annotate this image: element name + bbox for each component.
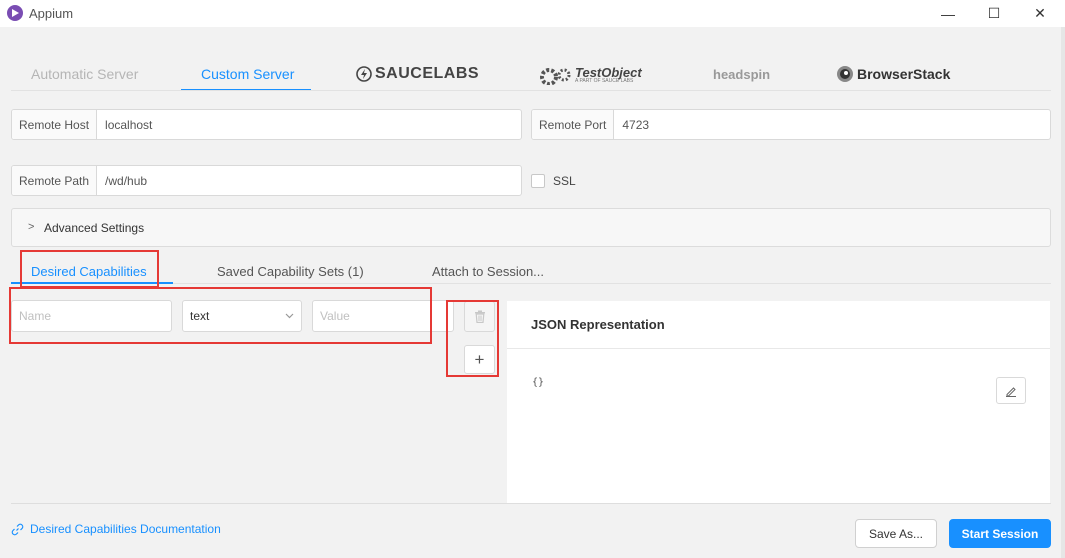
highlight-box-row xyxy=(9,287,432,344)
save-as-button[interactable]: Save As... xyxy=(855,519,937,548)
window-title: Appium xyxy=(29,6,74,21)
ssl-checkbox[interactable] xyxy=(531,174,545,188)
start-session-button[interactable]: Start Session xyxy=(949,519,1051,548)
highlight-box-tab xyxy=(20,250,159,288)
edit-json-button[interactable] xyxy=(996,377,1026,404)
remote-path-label: Remote Path xyxy=(12,166,98,195)
json-panel-title: JSON Representation xyxy=(531,317,665,332)
advanced-settings-panel[interactable] xyxy=(11,208,1051,247)
pencil-icon xyxy=(1006,386,1016,397)
ssl-label: SSL xyxy=(553,174,576,188)
close-button[interactable]: ✕ xyxy=(1017,0,1063,27)
tab-browserstack[interactable]: BrowserStack xyxy=(836,62,950,86)
minimize-button[interactable]: — xyxy=(925,0,971,27)
tab-saucelabs[interactable]: SAUCELABS xyxy=(356,62,479,86)
remote-port-input[interactable]: 4723 xyxy=(614,110,1050,139)
highlight-box-actions xyxy=(446,300,499,377)
tab-saved-capability-sets[interactable]: Saved Capability Sets (1) xyxy=(217,259,364,283)
maximize-button[interactable]: ☐ xyxy=(971,0,1017,27)
remote-port-label: Remote Port xyxy=(532,110,615,139)
chevron-right-icon: > xyxy=(28,221,35,233)
advanced-settings-label: Advanced Settings xyxy=(44,221,145,235)
tab-testobject[interactable]: TestObject A PART OF SAUCE LABS xyxy=(537,62,642,88)
window-edge xyxy=(1061,27,1065,558)
provider-tabs-divider xyxy=(11,90,1051,91)
gear-icon xyxy=(540,68,571,85)
tab-automatic-server[interactable]: Automatic Server xyxy=(31,66,138,92)
remote-path-field[interactable]: Remote Path /wd/hub xyxy=(11,165,522,196)
capabilities-doc-link[interactable]: Desired Capabilities Documentation xyxy=(11,522,221,536)
doc-link-label: Desired Capabilities Documentation xyxy=(30,522,221,536)
json-content: {} xyxy=(532,377,545,388)
tab-headspin[interactable]: headspin xyxy=(713,62,770,86)
headspin-label: headspin xyxy=(713,66,771,82)
json-panel-divider xyxy=(507,348,1050,349)
browserstack-label: BrowserStack xyxy=(857,66,951,82)
saucelabs-label: SAUCELABS xyxy=(375,65,480,82)
remote-port-field[interactable]: Remote Port 4723 xyxy=(531,109,1051,140)
saucelabs-icon xyxy=(356,66,372,82)
tab-attach-to-session[interactable]: Attach to Session... xyxy=(432,259,544,283)
link-icon xyxy=(11,523,24,535)
footer-divider xyxy=(11,503,1051,504)
browserstack-icon xyxy=(837,66,853,82)
appium-logo-icon xyxy=(7,5,23,21)
remote-path-input[interactable]: /wd/hub xyxy=(97,166,521,195)
remote-host-input[interactable]: localhost xyxy=(97,110,521,139)
testobject-sublabel: A PART OF SAUCE LABS xyxy=(575,78,634,84)
remote-host-label: Remote Host xyxy=(12,110,98,139)
title-bar xyxy=(0,0,1065,27)
remote-host-field[interactable]: Remote Host localhost xyxy=(11,109,522,140)
